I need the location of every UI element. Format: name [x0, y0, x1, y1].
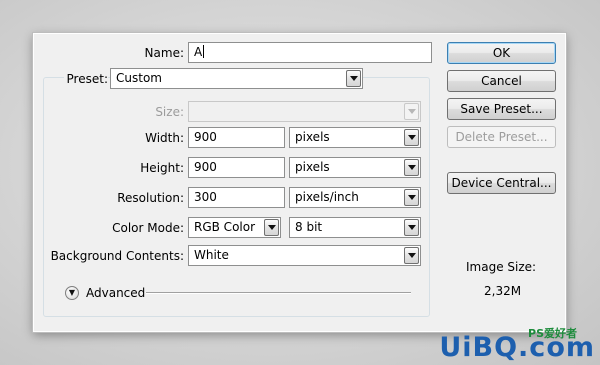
resolution-label: Resolution: [117, 191, 184, 205]
resolution-unit-value: pixels/inch [295, 190, 359, 204]
height-input[interactable]: 900 [188, 157, 285, 178]
advanced-label[interactable]: Advanced [86, 286, 145, 300]
resolution-value: 300 [194, 190, 217, 204]
height-value: 900 [194, 160, 217, 174]
site-watermark: PS爱好者 UiBQ.com [439, 327, 595, 363]
color-mode-select[interactable]: RGB Color [188, 217, 281, 238]
chevron-down-icon[interactable] [404, 247, 419, 264]
preset-select[interactable]: Custom [110, 68, 363, 89]
background-contents-value: White [194, 248, 229, 262]
width-unit-value: pixels [295, 130, 330, 144]
background-contents-select[interactable]: White [188, 245, 421, 266]
color-mode-value: RGB Color [194, 220, 256, 234]
double-chevron-down-icon[interactable]: ▼ [65, 286, 79, 300]
chevron-down-icon[interactable] [346, 70, 361, 87]
resolution-unit-select[interactable]: pixels/inch [289, 187, 421, 208]
chevron-down-icon [404, 103, 419, 120]
chevron-down-icon[interactable] [404, 129, 419, 146]
save-preset-button[interactable]: Save Preset... [447, 98, 556, 120]
image-size-label: Image Size: [466, 260, 537, 274]
height-label: Height: [140, 161, 184, 175]
size-label: Size: [155, 105, 184, 119]
bit-depth-value: 8 bit [295, 220, 323, 234]
height-unit-value: pixels [295, 160, 330, 174]
name-label: Name: [144, 46, 184, 60]
cancel-button[interactable]: Cancel [447, 70, 556, 92]
bit-depth-select[interactable]: 8 bit [289, 217, 421, 238]
preset-label: Preset: [64, 72, 108, 86]
background-contents-label: Background Contents: [50, 249, 184, 263]
chevron-down-icon[interactable] [264, 219, 279, 236]
ok-button[interactable]: OK [447, 42, 556, 64]
watermark-small-text: PS爱好者 [528, 327, 577, 340]
advanced-divider [146, 292, 411, 294]
name-input[interactable]: A [188, 42, 432, 63]
new-document-dialog: Name: A Preset: Custom Size: Width: 900 … [33, 33, 566, 332]
height-unit-select[interactable]: pixels [289, 157, 421, 178]
chevron-down-icon[interactable] [404, 189, 419, 206]
color-mode-label: Color Mode: [112, 221, 184, 235]
width-unit-select[interactable]: pixels [289, 127, 421, 148]
width-value: 900 [194, 130, 217, 144]
width-input[interactable]: 900 [188, 127, 285, 148]
preset-value: Custom [116, 71, 162, 85]
chevron-down-icon[interactable] [404, 219, 419, 236]
delete-preset-button: Delete Preset... [447, 126, 556, 148]
device-central-button[interactable]: Device Central... [447, 172, 556, 194]
text-caret [203, 45, 205, 58]
name-value: A [194, 45, 203, 59]
image-size-value: 2,32M [484, 284, 522, 298]
size-select [188, 101, 421, 122]
width-label: Width: [145, 131, 184, 145]
resolution-input[interactable]: 300 [188, 187, 285, 208]
chevron-down-icon[interactable] [404, 159, 419, 176]
